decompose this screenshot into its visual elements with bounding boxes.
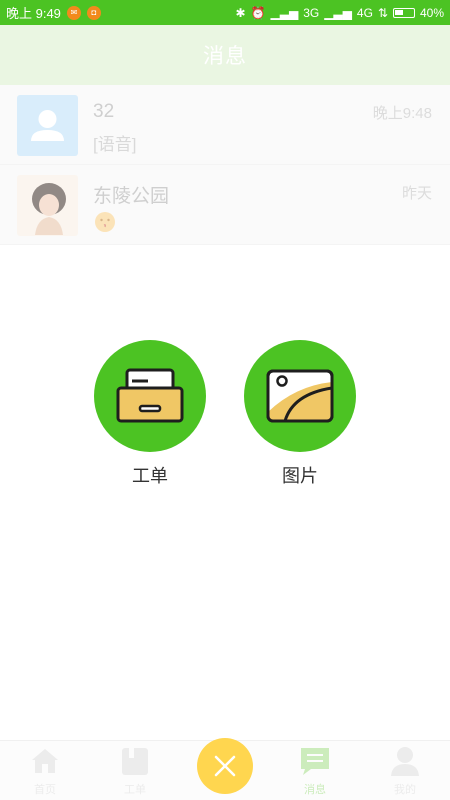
image-icon xyxy=(266,369,334,423)
status-bar: 晚上 9:49 ✉ ◘ ✱ ⏰ ▁▃▅ 3G ▁▃▅ 4G ⇅ 40% xyxy=(0,0,450,25)
image-action[interactable]: 图片 xyxy=(244,340,356,488)
battery-level: 40% xyxy=(419,5,444,20)
default-user-icon xyxy=(17,95,78,156)
home-icon xyxy=(32,749,58,773)
tab-work-order-label: 工单 xyxy=(124,784,146,796)
tab-messages[interactable]: 消息 xyxy=(270,741,360,800)
alarm-icon: ⏰ xyxy=(250,5,266,20)
network-type-3g: 3G xyxy=(303,5,320,20)
tab-home[interactable]: 首页 xyxy=(0,741,90,800)
conversation-time: 昨天 xyxy=(401,185,432,202)
conversation-item[interactable]: 32 [语音] 晚上9:48 xyxy=(0,85,450,165)
tab-home-label: 首页 xyxy=(34,784,56,796)
close-button[interactable] xyxy=(197,738,253,794)
girl-photo xyxy=(17,175,78,236)
inbox-tray-icon xyxy=(116,368,184,423)
battery-icon xyxy=(392,7,415,18)
conversation-preview: [语音] xyxy=(93,135,137,154)
user-icon xyxy=(391,747,419,776)
conversation-name: 32 xyxy=(93,101,115,122)
conversation-list: 32 [语音] 晚上9:48 东陵公园 昨天 xyxy=(0,85,450,245)
image-label: 图片 xyxy=(282,466,318,486)
page-title: 消息 xyxy=(203,45,247,68)
app-notification-icon: ◘ xyxy=(86,5,101,20)
signal-icon-2: ▁▃▅ xyxy=(324,5,352,20)
conversation-item[interactable]: 东陵公园 昨天 xyxy=(0,165,450,245)
conversation-time: 晚上9:48 xyxy=(372,105,432,122)
network-type-4g: 4G xyxy=(356,5,373,20)
tab-messages-label: 消息 xyxy=(304,784,326,796)
conversation-name: 东陵公园 xyxy=(93,186,170,207)
close-icon xyxy=(214,755,236,777)
status-time: 晚上 9:49 xyxy=(6,6,61,21)
chat-icon xyxy=(301,748,329,775)
notification-icon: ✉ xyxy=(66,5,81,20)
tab-profile-label: 我的 xyxy=(394,784,416,796)
document-icon xyxy=(122,748,148,775)
work-order-button[interactable] xyxy=(94,340,206,452)
emoji-kiss-icon xyxy=(93,210,117,239)
signal-icon: ▁▃▅ xyxy=(270,5,299,20)
data-arrows-icon: ⇅ xyxy=(377,5,388,20)
bluetooth-icon: ✱ xyxy=(235,5,246,20)
image-button[interactable] xyxy=(244,340,356,452)
work-order-label: 工单 xyxy=(132,466,168,486)
tab-work-order[interactable]: 工单 xyxy=(90,741,180,800)
work-order-action[interactable]: 工单 xyxy=(94,340,206,488)
app-header: 消息 xyxy=(0,25,450,85)
tab-profile[interactable]: 我的 xyxy=(360,741,450,800)
